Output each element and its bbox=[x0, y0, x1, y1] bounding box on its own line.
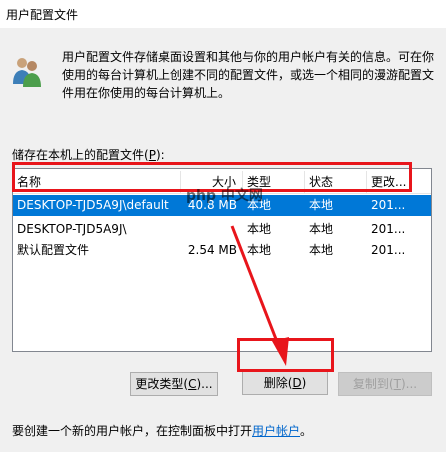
column-header-status[interactable]: 状态 bbox=[305, 171, 367, 193]
cell-modified: 201... bbox=[371, 243, 406, 257]
list-header: 名称 大小 类型 状态 更改... bbox=[13, 171, 431, 194]
title-bar: 用户配置文件 bbox=[0, 0, 446, 28]
cell-type: 本地 bbox=[247, 243, 272, 257]
cell-type: 本地 bbox=[247, 222, 272, 236]
table-row[interactable]: DESKTOP-TJD5A9J\ 本地 本地 201... bbox=[13, 219, 431, 240]
column-header-modified[interactable]: 更改... bbox=[367, 171, 431, 193]
cell-size: 40.8 MB bbox=[187, 198, 237, 212]
copy-to-button[interactable]: 复制到(T)... bbox=[338, 372, 432, 396]
cell-size: 2.54 MB bbox=[187, 243, 237, 257]
user-accounts-link[interactable]: 用户帐户 bbox=[252, 424, 300, 438]
cell-status: 本地 bbox=[309, 243, 334, 257]
cell-name: DESKTOP-TJD5A9J\default bbox=[17, 198, 169, 212]
dialog-content: 用户配置文件存储桌面设置和其他与你的用户帐户有关的信息。可在你使用的每台计算机上… bbox=[0, 28, 446, 452]
window-title: 用户配置文件 bbox=[6, 8, 79, 22]
cell-size bbox=[181, 219, 243, 240]
cell-status: 本地 bbox=[309, 222, 334, 236]
table-row[interactable]: 默认配置文件 2.54 MB 本地 本地 201... bbox=[13, 240, 431, 261]
users-icon bbox=[13, 58, 41, 87]
delete-button[interactable]: 删除(D) bbox=[242, 371, 328, 395]
cell-modified: 201... bbox=[371, 222, 406, 236]
description-text: 用户配置文件存储桌面设置和其他与你的用户帐户有关的信息。可在你使用的每台计算机上… bbox=[62, 50, 435, 100]
cell-name: 默认配置文件 bbox=[17, 243, 90, 257]
cell-modified: 201... bbox=[371, 198, 406, 212]
cell-type: 本地 bbox=[247, 198, 272, 212]
cell-status: 本地 bbox=[309, 198, 334, 212]
column-header-name[interactable]: 名称 bbox=[13, 171, 181, 193]
profile-list[interactable]: 名称 大小 类型 状态 更改... DESKTOP-TJD5A9J\defaul… bbox=[12, 168, 432, 352]
footer-text: 要创建一个新的用户帐户，在控制面板中打开用户帐户。 bbox=[12, 424, 313, 438]
cell-name: DESKTOP-TJD5A9J\ bbox=[17, 222, 127, 236]
change-type-button[interactable]: 更改类型(C)... bbox=[130, 372, 218, 396]
table-row[interactable]: DESKTOP-TJD5A9J\default 40.8 MB 本地 本地 20… bbox=[13, 195, 431, 216]
column-header-type[interactable]: 类型 bbox=[243, 171, 305, 193]
column-header-size[interactable]: 大小 bbox=[181, 171, 243, 193]
list-label: 储存在本机上的配置文件(P): bbox=[12, 148, 165, 162]
